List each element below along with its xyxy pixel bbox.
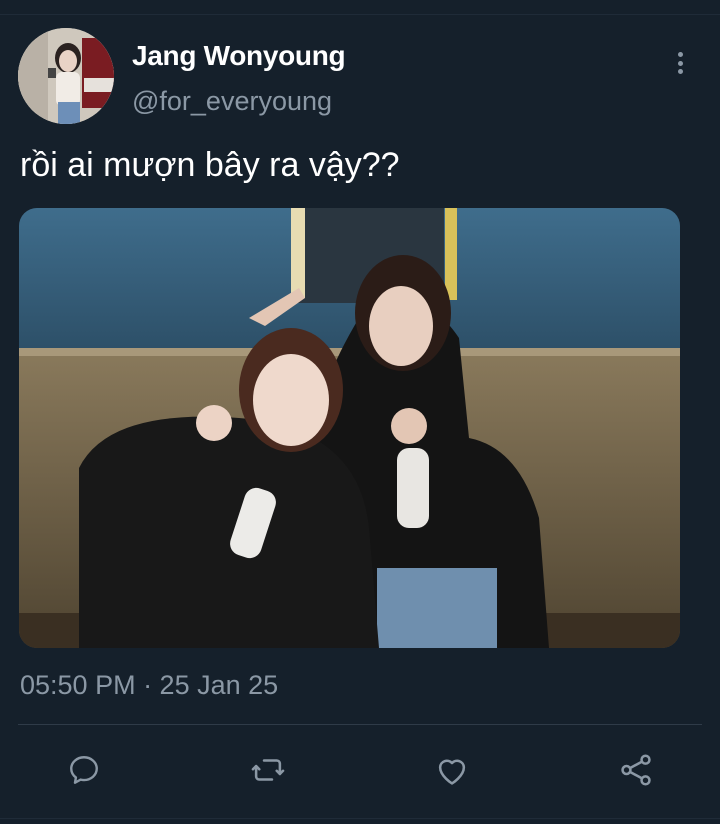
avatar[interactable] — [18, 28, 114, 124]
tweet-timestamp[interactable]: 05:50 PM · 25 Jan 25 — [20, 670, 278, 701]
avatar-image — [18, 28, 114, 124]
share-button[interactable] — [614, 748, 658, 792]
retweet-button[interactable] — [246, 748, 290, 792]
photo-image — [19, 208, 680, 648]
user-handle[interactable]: @for_everyoung — [132, 86, 332, 117]
tweet-photo[interactable] — [19, 208, 680, 648]
reply-button[interactable] — [62, 748, 106, 792]
more-options-icon[interactable] — [668, 48, 692, 78]
dot — [677, 69, 683, 74]
like-button[interactable] — [430, 748, 474, 792]
share-icon — [621, 754, 651, 786]
reply-icon — [70, 756, 98, 784]
top-divider — [0, 14, 720, 15]
dot — [677, 60, 683, 66]
bottom-divider — [0, 818, 720, 819]
divider — [18, 724, 702, 725]
tweet-text: rồi ai mượn bây ra vậy?? — [20, 146, 400, 184]
like-icon — [438, 759, 466, 785]
tweet-header: Jang Wonyoung @for_everyoung — [18, 28, 702, 128]
retweet-icon — [251, 759, 285, 781]
action-bar — [0, 748, 720, 792]
display-name[interactable]: Jang Wonyoung — [132, 40, 346, 72]
dot — [677, 52, 683, 57]
